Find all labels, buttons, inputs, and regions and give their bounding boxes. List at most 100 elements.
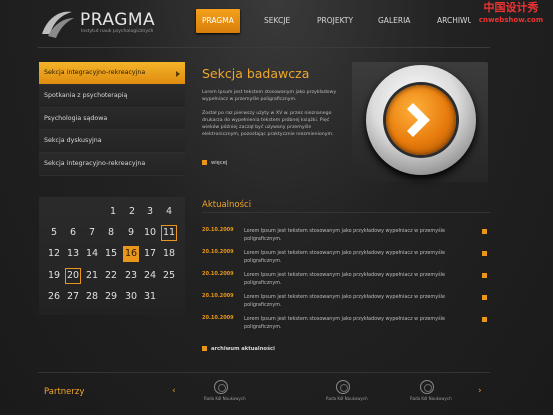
news-text: Lorem Ipsum jest tekstem stosowanym jako… xyxy=(244,228,446,242)
page: PRAGMA Instytut nauk psychologicznych PR… xyxy=(0,0,553,415)
calendar-day[interactable]: 30 xyxy=(123,289,139,305)
news-text: Lorem Ipsum jest tekstem stosowanym jako… xyxy=(244,294,446,308)
news-title: Aktualności xyxy=(202,200,252,210)
calendar-day[interactable]: 1 xyxy=(105,204,121,220)
news-date: 20.10.2009 xyxy=(202,271,234,277)
calendar-day[interactable]: 3 xyxy=(142,204,158,220)
feature-banner xyxy=(352,62,488,182)
calendar-day[interactable]: 17 xyxy=(142,246,158,262)
nav-item-sekcje[interactable]: SEKCJE xyxy=(264,9,290,33)
logo-title: PRAGMA xyxy=(80,10,156,30)
sidebar-item-psychologia-sadowa[interactable]: Psychologia sądowa xyxy=(39,107,185,131)
calendar-day[interactable]: 27 xyxy=(65,289,81,305)
feature-title: Sekcja badawcza xyxy=(202,66,310,81)
partner-logo[interactable]: Rada Kół Naukowych xyxy=(204,380,246,410)
watermark-line2: cnwebshow.com xyxy=(478,16,544,24)
calendar-day-selected[interactable]: 20 xyxy=(65,268,81,284)
arrow-right-icon xyxy=(176,71,180,77)
orb-button[interactable] xyxy=(366,65,476,175)
seal-icon xyxy=(214,380,228,394)
sidebar-item-label: Psychologia sądowa xyxy=(44,114,108,122)
calendar-day[interactable]: 10 xyxy=(142,225,158,241)
calendar-day[interactable]: 15 xyxy=(103,246,119,262)
sidebar-item-integracyjno-rekreacyjna[interactable]: Sekcja integracyjno-rekreacyjna xyxy=(39,62,185,85)
calendar-day[interactable]: 23 xyxy=(123,268,139,284)
partner-name: Rada Kół Naukowych xyxy=(204,396,246,401)
calendar-day[interactable]: 4 xyxy=(161,204,177,220)
sidebar-item-label: Spotkania z psychoterapią xyxy=(44,91,128,99)
sidebar-item-dyskusyjna[interactable]: Sekcja dyskusyjna xyxy=(39,130,185,154)
news-item[interactable]: 20.10.2009 Lorem Ipsum jest tekstem stos… xyxy=(202,227,487,249)
chevron-right-icon xyxy=(407,103,430,137)
news-divider xyxy=(202,212,490,213)
feature-paragraph-1: Lorem Ipsum jest tekstem stosowanym jako… xyxy=(202,90,337,102)
chevron-right-icon[interactable]: › xyxy=(478,386,482,396)
calendar-day[interactable]: 25 xyxy=(161,268,177,284)
calendar-day[interactable]: 22 xyxy=(103,268,119,284)
watermark-line1: 中国设计秀 xyxy=(483,1,539,14)
nav-item-projekty[interactable]: PROJEKTY xyxy=(317,9,353,33)
calendar-day[interactable]: 28 xyxy=(84,289,100,305)
calendar-day[interactable]: 21 xyxy=(84,268,100,284)
orb-inner xyxy=(386,85,456,155)
logo-subtitle: Instytut nauk psychologicznych xyxy=(81,29,154,34)
bullet-icon xyxy=(482,229,487,234)
calendar-day[interactable]: 5 xyxy=(46,225,62,241)
bullet-icon xyxy=(202,160,207,165)
calendar-day[interactable]: 7 xyxy=(84,225,100,241)
news-item[interactable]: 20.10.2009 Lorem Ipsum jest tekstem stos… xyxy=(202,249,487,271)
nav-item-galeria[interactable]: GALERIA xyxy=(378,9,410,33)
calendar-day[interactable]: 6 xyxy=(65,225,81,241)
news-date: 20.10.2009 xyxy=(202,227,234,233)
calendar-day[interactable]: 14 xyxy=(84,246,100,262)
sidebar-item-label: Sekcja dyskusyjna xyxy=(44,137,102,145)
news-item[interactable]: 20.10.2009 Lorem Ipsum jest tekstem stos… xyxy=(202,293,487,315)
sidebar-item-label: Sekcja integracyjno-rekreacyjna xyxy=(44,69,146,76)
calendar-day-selected[interactable]: 11 xyxy=(161,225,177,241)
calendar-day[interactable]: 2 xyxy=(124,204,140,220)
calendar-day[interactable]: 18 xyxy=(161,246,177,262)
logo[interactable]: PRAGMA Instytut nauk psychologicznych xyxy=(38,4,178,42)
partner-logo[interactable]: Rada Kół Naukowych xyxy=(326,380,368,410)
nav-item-pragma[interactable]: PRAGMA xyxy=(196,9,240,33)
news-text: Lorem Ipsum jest tekstem stosowanym jako… xyxy=(244,316,446,330)
partners-title: Partnerzy xyxy=(44,387,85,397)
more-link[interactable]: więcej xyxy=(202,160,227,166)
calendar-day[interactable]: 19 xyxy=(46,268,62,284)
watermark: 中国设计秀 cnwebshow.com xyxy=(470,2,552,26)
bullet-icon xyxy=(482,295,487,300)
feature-text: Lorem Ipsum jest tekstem stosowanym jako… xyxy=(202,89,342,145)
seal-icon xyxy=(420,380,434,394)
sidebar-item-label: Sekcja integracyjno-rekreacyjna xyxy=(44,160,146,168)
calendar-day[interactable]: 29 xyxy=(103,289,119,305)
calendar-day[interactable]: 31 xyxy=(142,289,158,305)
sidebar-menu: Sekcja integracyjno-rekreacyjna Spotkani… xyxy=(39,62,185,176)
logo-swoosh-icon xyxy=(42,11,74,38)
calendar-day-today[interactable]: 16 xyxy=(123,246,139,262)
calendar-day[interactable]: 24 xyxy=(142,268,158,284)
calendar-day[interactable]: 13 xyxy=(65,246,81,262)
calendar-day[interactable]: 8 xyxy=(103,225,119,241)
news-date: 20.10.2009 xyxy=(202,293,234,299)
partner-logo[interactable]: Rada Kół Naukowych xyxy=(410,380,452,410)
sidebar-item-spotkania[interactable]: Spotkania z psychoterapią xyxy=(39,84,185,108)
news-item[interactable]: 20.10.2009 Lorem Ipsum jest tekstem stos… xyxy=(202,315,487,337)
bullet-icon xyxy=(202,346,207,351)
partner-name: Rada Kół Naukowych xyxy=(410,396,452,401)
chevron-left-icon[interactable]: ‹ xyxy=(172,386,176,396)
calendar-day[interactable]: 26 xyxy=(46,289,62,305)
bullet-icon xyxy=(482,251,487,256)
feature-paragraph-2: Został po raz pierwszy użyty w XV w. prz… xyxy=(202,111,334,137)
nav-item-archiwum[interactable]: ARCHIWUM xyxy=(437,9,471,33)
more-label: więcej xyxy=(211,160,228,166)
sidebar-item-integracyjno-rekreacyjna-2[interactable]: Sekcja integracyjno-rekreacyjna xyxy=(39,153,185,176)
calendar-day[interactable]: 12 xyxy=(46,246,62,262)
header-divider xyxy=(38,47,490,48)
news-text: Lorem Ipsum jest tekstem stosowanym jako… xyxy=(244,250,446,264)
bullet-icon xyxy=(482,317,487,322)
calendar-day[interactable]: 9 xyxy=(123,225,139,241)
partners-divider xyxy=(38,372,490,373)
news-item[interactable]: 20.10.2009 Lorem Ipsum jest tekstem stos… xyxy=(202,271,487,293)
archive-link[interactable]: archiwum aktualności xyxy=(202,346,275,352)
seal-icon xyxy=(336,380,350,394)
